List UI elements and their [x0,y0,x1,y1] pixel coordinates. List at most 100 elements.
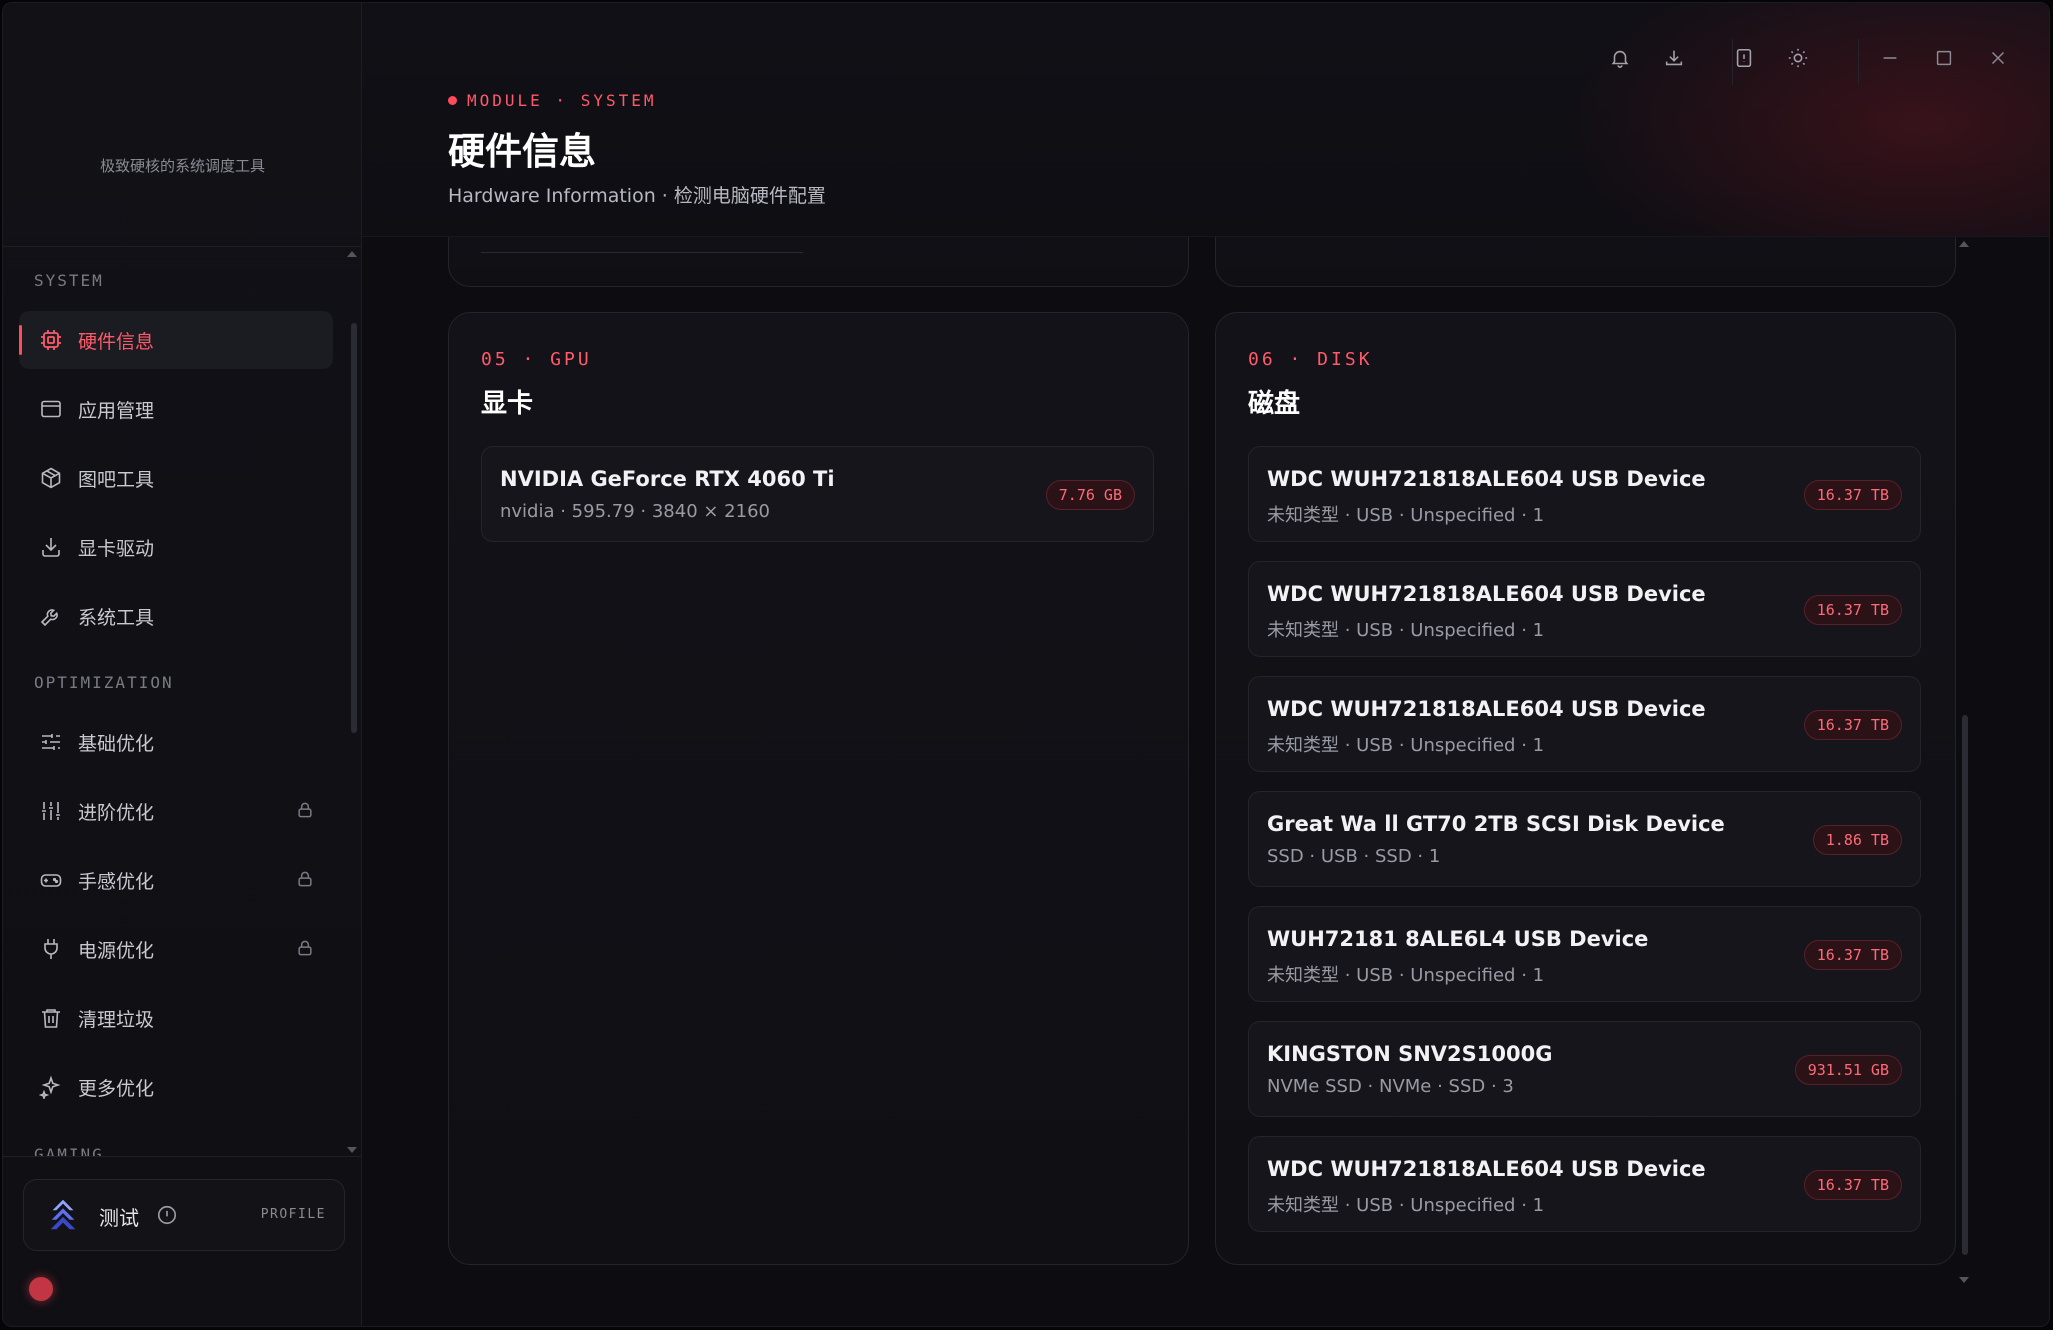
gamepad-icon [40,874,62,887]
content-scroll-up-arrow[interactable] [1959,241,1969,247]
disk-item[interactable]: WDC WUH721818ALE604 USB Device 未知类型 · US… [1248,676,1921,772]
sidebar-item-label: 进阶优化 [78,801,155,824]
sidebar-item-gpu-driver[interactable]: 显卡驱动 [19,518,333,576]
page-header: MODULE · SYSTEM 硬件信息 Hardware Informatio… [362,3,2049,237]
disk-item[interactable]: KINGSTON SNV2S1000G NVMe SSD · NVMe · SS… [1248,1021,1921,1117]
sidebar-item-feel-optimization[interactable]: 手感优化 [19,851,333,909]
gpu-card-title: 显卡 [481,389,534,419]
sidebar-item-label: 显卡驱动 [78,537,155,560]
profile-name: 测试 [99,1206,139,1230]
sidebar-item-advanced-optimization[interactable]: 进阶优化 [19,782,333,840]
disk-meta: 未知类型 · USB · Unspecified · 1 [1267,620,1545,641]
disk-card-title: 磁盘 [1248,389,1301,419]
sidebar: 极致硬核的系统调度工具 SYSTEM 硬件信息 应用管理 图吧工具 显卡驱动 系… [3,3,362,1326]
disk-name: KINGSTON SNV2S1000G [1267,1042,1553,1066]
app-window: 极致硬核的系统调度工具 SYSTEM 硬件信息 应用管理 图吧工具 显卡驱动 系… [2,2,2050,1327]
brand-area: 极致硬核的系统调度工具 [3,3,362,247]
section-label-optimization: OPTIMIZATION [34,673,174,692]
power-plug-icon [44,939,58,959]
sidebar-item-label: 硬件信息 [78,330,155,353]
disk-capacity-badge: 1.86 TB [1812,825,1902,855]
sidebar-item-hardware-info[interactable]: 硬件信息 [19,311,333,369]
main-panel: MODULE · SYSTEM 硬件信息 Hardware Informatio… [362,3,2049,1326]
maximize-icon[interactable] [1933,47,1955,69]
section-label-system: SYSTEM [34,271,104,290]
disk-capacity-badge: 16.37 TB [1803,940,1902,970]
page-title: 硬件信息 [448,130,596,173]
sidebar-item-label: 应用管理 [78,399,155,422]
brand-subtitle: 极致硬核的系统调度工具 [99,157,265,175]
sidebar-item-system-tools[interactable]: 系统工具 [19,587,333,645]
content-scroll-area[interactable]: 05 · GPU 显卡 NVIDIA GeForce RTX 4060 Ti n… [362,237,2049,1326]
lock-icon [298,940,312,956]
lock-icon [298,802,312,818]
disk-name: Great Wa ll GT70 2TB SCSI Disk Device [1267,812,1725,836]
sidebar-scrollbar-thumb[interactable] [351,323,357,733]
cpu-chip-icon [41,330,61,350]
sidebar-scroll-down-arrow[interactable] [347,1147,357,1153]
sidebar-item-more-optimization[interactable]: 更多优化 [19,1058,333,1116]
module-tag: MODULE · SYSTEM [448,91,657,110]
disk-meta: 未知类型 · USB · Unspecified · 1 [1267,965,1545,986]
sidebar-item-label: 电源优化 [78,939,155,962]
sidebar-item-tuba-tools[interactable]: 图吧工具 [19,449,333,507]
disk-meta: 未知类型 · USB · Unspecified · 1 [1267,505,1545,526]
info-icon[interactable] [156,1204,178,1226]
sliders-vertical-icon [42,802,60,820]
disk-meta: NVMe SSD · NVMe · SSD · 3 [1267,1076,1514,1097]
disk-capacity-badge: 931.51 GB [1794,1055,1902,1085]
rank-chevron-icon [50,1199,76,1230]
disk-name: WDC WUH721818ALE604 USB Device [1267,697,1706,721]
disk-card-kicker: 06 · DISK [1248,349,1373,370]
disk-capacity-badge: 16.37 TB [1803,1170,1902,1200]
sidebar-item-power-optimization[interactable]: 电源优化 [19,920,333,978]
disk-item[interactable]: Great Wa ll GT70 2TB SCSI Disk Device SS… [1248,791,1921,887]
controls-divider [1858,39,1859,85]
disk-capacity-badge: 16.37 TB [1803,710,1902,740]
sidebar-scroll-up-arrow[interactable] [347,251,357,257]
previous-card-left [448,237,1189,287]
sidebar-item-clean-junk[interactable]: 清理垃圾 [19,989,333,1047]
profile-divider [3,1156,362,1157]
app-window-icon [41,400,61,418]
previous-card-right [1215,237,1956,287]
content-scroll-down-arrow[interactable] [1959,1277,1969,1283]
page-subtitle: Hardware Information · 检测电脑硬件配置 [448,185,826,207]
disk-name: WDC WUH721818ALE604 USB Device [1267,1157,1706,1181]
info-square-icon[interactable] [1733,47,1755,69]
sidebar-item-app-management[interactable]: 应用管理 [19,380,333,438]
disk-item[interactable]: WDC WUH721818ALE604 USB Device 未知类型 · US… [1248,561,1921,657]
sidebar-item-label: 图吧工具 [78,468,155,491]
disk-meta: SSD · USB · SSD · 1 [1267,846,1441,867]
sidebar-item-label: 基础优化 [78,732,155,755]
disk-item[interactable]: WUH72181 8ALE6L4 USB Device 未知类型 · USB ·… [1248,906,1921,1002]
profile-tag: PROFILE [260,1207,326,1222]
minimize-icon[interactable] [1879,47,1901,69]
lock-icon [298,871,312,887]
content-scrollbar-thumb[interactable] [1962,715,1968,1255]
disk-meta: 未知类型 · USB · Unspecified · 1 [1267,1195,1545,1216]
gpu-card-kicker: 05 · GPU [481,349,592,370]
disk-capacity-badge: 16.37 TB [1803,595,1902,625]
module-tag-text: MODULE · SYSTEM [467,91,657,110]
download-icon [42,538,60,557]
sidebar-item-label: 系统工具 [78,606,155,629]
trash-icon [42,1009,60,1028]
disk-item[interactable]: WDC WUH721818ALE604 USB Device 未知类型 · US… [1248,446,1921,542]
sun-icon[interactable] [1787,47,1809,69]
gpu-item[interactable]: NVIDIA GeForce RTX 4060 Ti nvidia · 595.… [481,446,1154,542]
close-icon[interactable] [1987,47,2009,69]
download-icon[interactable] [1663,47,1685,69]
disk-item[interactable]: WDC WUH721818ALE604 USB Device 未知类型 · US… [1248,1136,1921,1232]
sidebar-scrollbar[interactable] [349,253,357,1157]
sparkles-icon [39,1075,61,1099]
disk-card: 06 · DISK 磁盘 WDC WUH721818ALE604 USB Dev… [1215,312,1956,1265]
profile-card[interactable]: 测试 PROFILE [23,1179,345,1251]
sidebar-item-basic-optimization[interactable]: 基础优化 [19,713,333,771]
disk-capacity-badge: 16.37 TB [1803,480,1902,510]
gpu-meta: nvidia · 595.79 · 3840 × 2160 [500,501,770,522]
sidebar-nav[interactable]: SYSTEM 硬件信息 应用管理 图吧工具 显卡驱动 系统工具 OPTIMIZA… [3,253,343,1157]
progress-track [481,252,803,253]
bell-icon[interactable] [1609,47,1631,69]
sidebar-item-label: 更多优化 [78,1077,155,1100]
